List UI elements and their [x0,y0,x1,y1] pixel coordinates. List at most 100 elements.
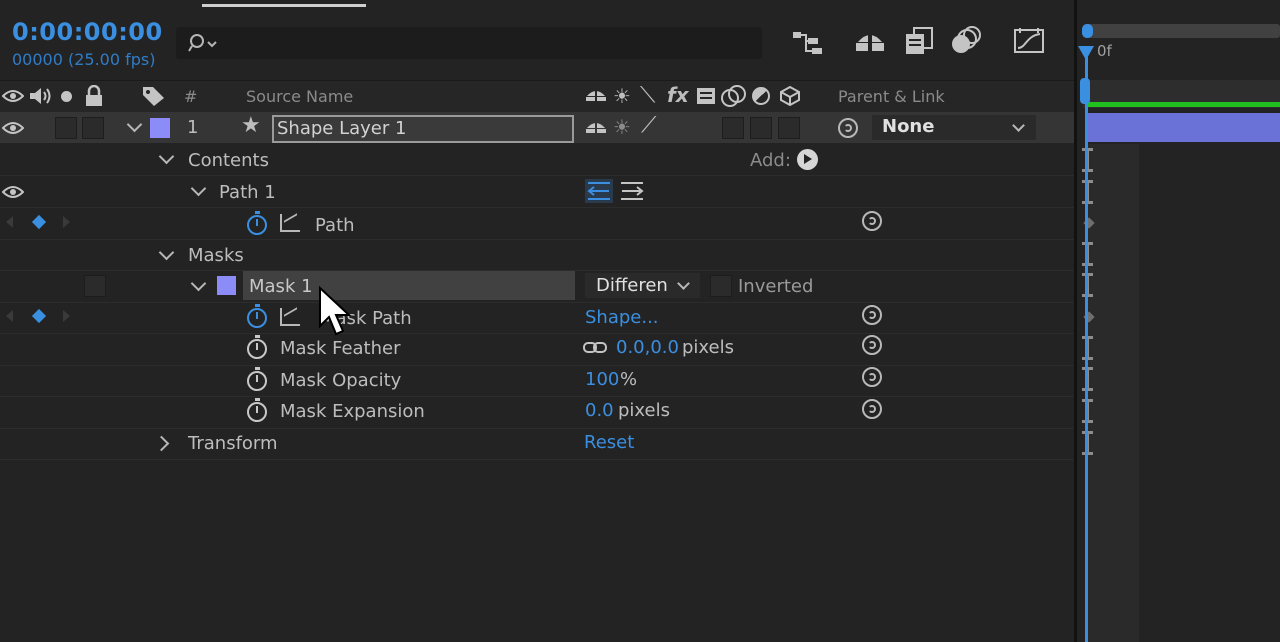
3d-layer-header-icon[interactable] [780,86,800,106]
path-group-row[interactable]: Path 1 [0,176,1074,207]
3d-switch-box[interactable] [778,117,800,139]
mask-feather-value[interactable]: 0.0,0.0 [616,337,679,358]
motion-blur-header-icon[interactable] [721,85,747,107]
mask-mode-dropdown[interactable]: Differen [585,273,700,298]
current-time-indicator[interactable] [1085,48,1088,642]
work-area-range[interactable] [1087,102,1280,107]
video-switch-icon[interactable] [2,120,24,136]
parent-link-column-header[interactable]: Parent & Link [838,87,945,106]
work-area-bar[interactable] [1083,80,1280,108]
audio-switch-box[interactable] [55,117,77,139]
mask-opacity-pick-whip-icon[interactable] [862,367,882,387]
current-time-indicator-head[interactable] [1078,46,1094,60]
path-pick-whip-icon[interactable] [862,211,882,231]
masks-row[interactable]: Masks [0,240,1074,270]
path-graph-icon[interactable] [280,214,300,232]
video-switch-header-icon[interactable] [2,88,24,104]
constrain-proportions-link-icon[interactable] [582,340,608,356]
effects-header-icon[interactable]: fx [667,83,689,107]
time-navigator-start-handle[interactable] [1082,24,1093,38]
motion-blur-icon[interactable] [950,26,982,56]
mask-color-swatch[interactable] [217,276,236,295]
mask-path-stopwatch-icon[interactable] [247,304,267,328]
layer-label-color-swatch[interactable] [150,118,170,138]
contents-expand-chevron-icon[interactable] [158,148,175,165]
mask-path-pick-whip-icon[interactable] [862,305,882,325]
prev-keyframe-icon[interactable] [6,216,13,228]
add-menu-play-icon[interactable] [797,149,818,170]
adjustment-layer-header-icon[interactable] [752,87,770,105]
mask-path-row[interactable]: Mask Path Shape... [0,303,1074,333]
mask-expansion-value[interactable]: 0.0 [585,400,614,421]
add-keyframe-diamond-icon[interactable] [31,214,47,230]
path-visibility-eye-icon[interactable] [2,184,24,200]
mask-expand-chevron-icon[interactable] [190,275,207,292]
path-stopwatch-icon[interactable] [247,211,267,235]
mask-feather-stopwatch-icon[interactable] [247,335,267,359]
mask-next-keyframe-icon[interactable] [63,310,70,322]
time-navigator-bar[interactable] [1082,24,1280,38]
mask-lock-box[interactable] [84,275,106,297]
mask-opacity-value[interactable]: 100 [585,369,619,390]
transform-row[interactable]: Transform Reset [0,429,1074,459]
frame-blending-icon[interactable] [904,26,934,56]
path-group-expand-chevron-icon[interactable] [190,180,207,197]
inverted-checkbox[interactable] [710,275,732,297]
current-time-display[interactable]: 0:00:00:00 [12,18,163,46]
collapse-switch-icon[interactable]: ☀ [613,115,631,139]
mask-expansion-row[interactable]: Mask Expansion 0.0 pixels [0,397,1074,428]
column-header: # Source Name ☀ ⟍ fx Parent & Link [0,80,1076,113]
quality-switch-icon[interactable]: ⟋ [641,113,656,138]
shy-switch-icon[interactable] [584,118,608,138]
number-column-header[interactable]: # [184,87,197,106]
add-menu-label: Add: [750,150,791,171]
path-property-row[interactable]: Path [0,208,1074,239]
contents-row[interactable]: Contents Add: [0,144,1074,175]
mask-row[interactable]: Mask 1 Differen Inverted [0,271,1074,302]
collapse-transformations-header-icon[interactable]: ☀ [613,84,631,108]
layer-expand-chevron-icon[interactable] [126,116,143,133]
mask-opacity-row[interactable]: Mask Opacity 100 % [0,366,1074,396]
mask-add-keyframe-diamond-icon[interactable] [31,308,47,324]
quality-header-icon[interactable]: ⟍ [640,83,655,108]
shy-header-icon[interactable] [584,86,608,106]
draft-3d-icon[interactable] [854,28,886,56]
transform-reset-link[interactable]: Reset [584,432,634,453]
layer-row[interactable]: 1 ★ Shape Layer 1 ☀ ⟋ None [0,112,1074,143]
solo-header-icon[interactable] [61,91,72,102]
mask-feather-pick-whip-icon[interactable] [862,335,882,355]
frame-blend-switch-box[interactable] [722,117,744,139]
mask-name: Mask 1 [249,276,313,297]
mask-mode-chevron-icon [677,277,690,290]
label-header-icon[interactable] [141,85,165,107]
lock-header-icon[interactable] [85,85,103,107]
layer-name-field[interactable]: Shape Layer 1 [272,115,574,143]
mask-expansion-stopwatch-icon[interactable] [247,398,267,422]
parent-dropdown[interactable]: None [872,115,1036,140]
mask-expansion-label: Mask Expansion [280,401,425,422]
next-keyframe-icon[interactable] [63,216,70,228]
mask-name-field[interactable]: Mask 1 [243,271,575,300]
solo-switch-box[interactable] [82,117,104,139]
mask-prev-keyframe-icon[interactable] [6,310,13,322]
motion-blur-switch-box[interactable] [750,117,772,139]
audio-switch-header-icon[interactable] [28,86,52,106]
composition-flowchart-icon[interactable] [792,28,824,56]
mask-expansion-pick-whip-icon[interactable] [862,399,882,419]
mask-feather-row[interactable]: Mask Feather 0.0,0.0 pixels [0,334,1074,365]
search-input[interactable] [224,31,748,55]
mask-opacity-stopwatch-icon[interactable] [247,367,267,391]
search-field[interactable] [176,27,762,59]
frame-blend-header-icon[interactable] [696,86,716,106]
mask-path-value[interactable]: Shape... [585,307,659,328]
transform-expand-chevron-icon[interactable] [153,435,170,452]
source-name-column-header[interactable]: Source Name [246,87,353,106]
mask-path-graph-icon[interactable] [280,308,300,326]
layer-duration-bar[interactable] [1087,113,1280,142]
graph-editor-icon[interactable] [1012,26,1046,56]
mask-expansion-unit: pixels [618,400,670,421]
masks-expand-chevron-icon[interactable] [158,244,175,261]
path-direction-normal-icon[interactable] [585,179,613,203]
path-direction-reverse-icon[interactable] [618,179,646,203]
pick-whip-icon[interactable] [838,118,858,138]
